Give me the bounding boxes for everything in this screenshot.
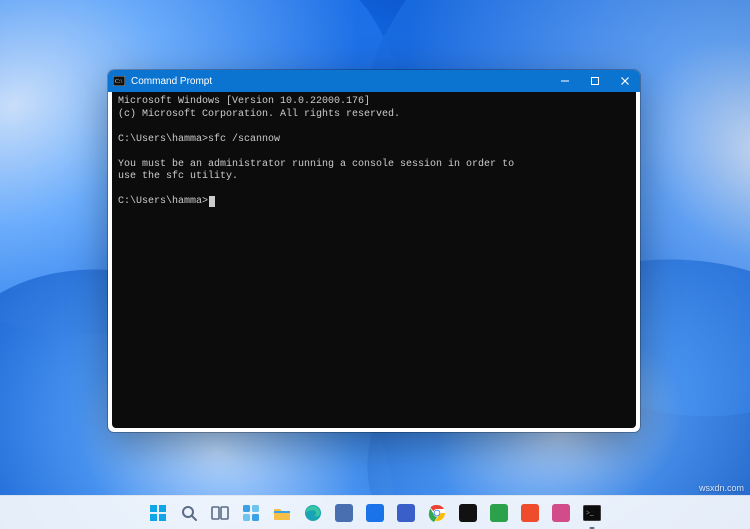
cmd-titlebar-icon: C:\ <box>112 74 126 88</box>
svg-text:>_: >_ <box>586 509 594 517</box>
window-title: Command Prompt <box>131 76 550 87</box>
terminal-line: C:\Users\hamma> <box>118 196 630 209</box>
terminal-line <box>118 121 630 134</box>
brave-icon[interactable] <box>519 502 541 524</box>
terminal-line <box>118 184 630 197</box>
maximize-button[interactable] <box>580 70 610 92</box>
store-icon[interactable] <box>333 502 355 524</box>
snip-icon[interactable] <box>550 502 572 524</box>
widgets-icon[interactable] <box>240 502 262 524</box>
edge-icon[interactable] <box>302 502 324 524</box>
close-button[interactable] <box>610 70 640 92</box>
terminal-line <box>118 146 630 159</box>
window-titlebar[interactable]: C:\ Command Prompt <box>108 70 640 92</box>
command-prompt-window[interactable]: C:\ Command Prompt Micro <box>108 70 640 432</box>
start-icon[interactable] <box>147 502 169 524</box>
desktop: C:\ Command Prompt Micro <box>0 0 750 529</box>
terminal-line: use the sfc utility. <box>118 171 630 184</box>
cmd-icon[interactable]: >_ <box>581 502 603 524</box>
notion-icon[interactable] <box>457 502 479 524</box>
terminal-cursor <box>209 196 215 207</box>
vpn-icon[interactable] <box>488 502 510 524</box>
minimize-button[interactable] <box>550 70 580 92</box>
terminal-frame: Microsoft Windows [Version 10.0.22000.17… <box>112 92 636 428</box>
terminal-line: (c) Microsoft Corporation. All rights re… <box>118 109 630 122</box>
window-controls <box>550 70 640 92</box>
chrome-icon[interactable] <box>426 502 448 524</box>
taskbar[interactable]: >_ <box>0 495 750 529</box>
terminal-line: You must be an administrator running a c… <box>118 159 630 172</box>
terminal-output[interactable]: Microsoft Windows [Version 10.0.22000.17… <box>112 92 636 428</box>
svg-text:C:\: C:\ <box>115 79 123 85</box>
todo-icon[interactable] <box>395 502 417 524</box>
terminal-line: Microsoft Windows [Version 10.0.22000.17… <box>118 96 630 109</box>
search-icon[interactable] <box>178 502 200 524</box>
mail-icon[interactable] <box>364 502 386 524</box>
task-view-icon[interactable] <box>209 502 231 524</box>
watermark-text: wsxdn.com <box>699 483 744 493</box>
file-explorer-icon[interactable] <box>271 502 293 524</box>
terminal-line: C:\Users\hamma>sfc /scannow <box>118 134 630 147</box>
